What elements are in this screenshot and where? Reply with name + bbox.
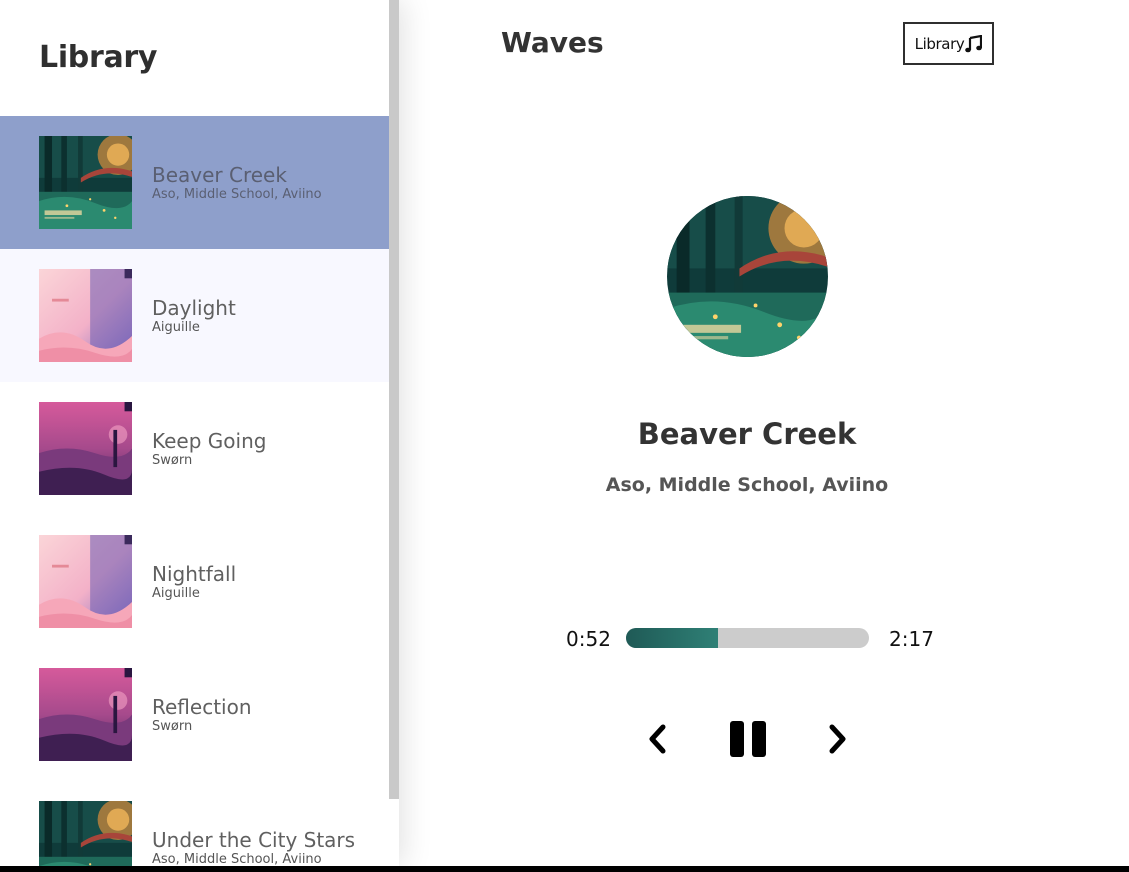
album-art [667,196,828,357]
chevron-right-icon [829,724,846,754]
song-item[interactable]: Under the City Stars Aso, Middle School, … [0,781,389,866]
progress-fill [626,628,719,648]
progress-bar[interactable] [626,628,869,648]
song-name: Nightfall [152,561,237,586]
song-cover [39,668,132,761]
now-playing-title: Beaver Creek [637,417,857,451]
song-artist: Aso, Middle School, Aviino [152,186,322,202]
song-cover [39,801,132,866]
song-name: Keep Going [152,428,267,453]
song-artist: Swørn [152,718,193,734]
song-name: Beaver Creek [152,162,287,187]
song-item[interactable]: Daylight Aiguille [0,249,389,382]
song-name: Daylight [152,295,236,320]
library-toggle-label: Library [914,34,965,53]
song-info: Keep Going Swørn [152,430,266,468]
song-info: Nightfall Aiguille [152,563,236,601]
song-item[interactable]: Reflection Swørn [0,648,389,781]
chevron-left-icon [649,724,666,754]
library-title: Library [39,40,158,75]
song-item[interactable]: Nightfall Aiguille [0,515,389,648]
song-item[interactable]: Keep Going Swørn [0,382,389,515]
song-artist: Aiguille [152,585,200,601]
song-list: Beaver Creek Aso, Middle School, Aviino Da… [0,116,389,866]
song-info: Daylight Aiguille [152,297,236,335]
song-artist: Swørn [152,452,193,468]
library-scrollbar[interactable] [389,0,399,799]
music-note-icon [965,34,983,52]
song-info: Under the City Stars Aso, Middle School, … [152,829,355,867]
song-artist: Aiguille [152,319,200,335]
song-cover [39,136,132,229]
library-toggle-button[interactable]: Library [903,22,994,65]
song-artist: Aso, Middle School, Aviino [152,851,322,867]
skip-forward-button[interactable] [825,722,851,756]
song-name: Reflection [152,694,252,719]
song-name: Under the City Stars [152,827,356,852]
app-title: Waves [501,26,604,59]
total-time: 2:17 [889,627,934,651]
song-info: Beaver Creek Aso, Middle School, Aviino [152,164,322,202]
song-item[interactable]: Beaver Creek Aso, Middle School, Aviino [0,116,389,249]
current-time: 0:52 [566,627,611,651]
song-cover [39,269,132,362]
play-pause-button[interactable] [729,720,767,758]
skip-back-button[interactable] [644,722,670,756]
library-panel: Library Beaver Creek Aso, Middle School, … [0,0,399,866]
pause-icon [730,721,766,757]
song-cover [39,535,132,628]
now-playing-artist: Aso, Middle School, Aviino [605,474,889,496]
song-info: Reflection Swørn [152,696,252,734]
window-bottom-edge [0,866,1129,872]
song-cover [39,402,132,495]
